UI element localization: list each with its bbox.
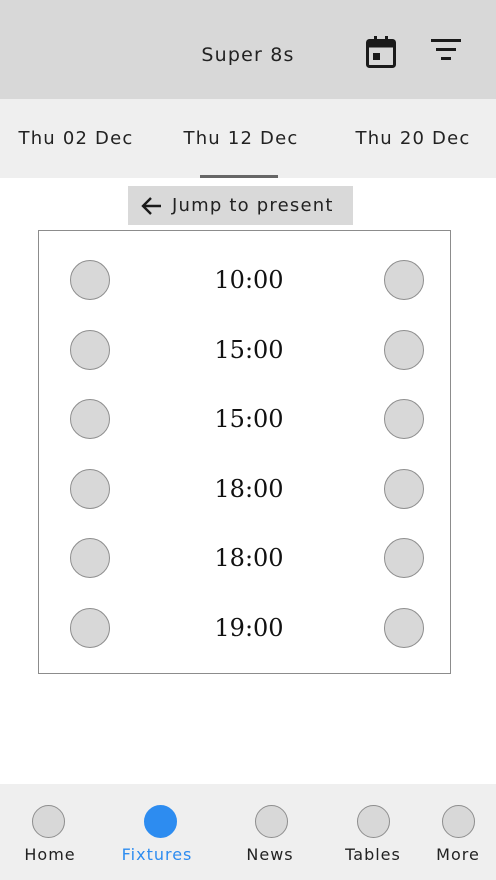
page-title: Super 8s <box>201 44 295 66</box>
fixture-row[interactable]: 18:00 <box>39 469 449 511</box>
date-tabs: Thu 02 Dec Thu 12 Dec Thu 20 Dec <box>0 99 496 178</box>
away-team-logo <box>384 330 424 370</box>
away-team-logo <box>384 260 424 300</box>
fixtures-list: 10:00 15:00 15:00 18:00 18:00 19:00 <box>38 230 451 674</box>
nav-item-more[interactable]: More <box>436 784 491 880</box>
home-team-logo <box>70 538 110 578</box>
nav-item-news[interactable]: News <box>246 784 334 880</box>
tables-icon <box>357 805 390 838</box>
home-team-logo <box>70 399 110 439</box>
fixture-row[interactable]: 15:00 <box>39 399 449 441</box>
calendar-icon <box>366 36 396 68</box>
fixture-row[interactable]: 19:00 <box>39 608 449 650</box>
fixture-time: 19:00 <box>214 614 284 642</box>
filter-icon <box>431 39 461 60</box>
jump-to-present-button[interactable]: Jump to present <box>128 186 353 225</box>
date-tab-thu-12-dec[interactable]: Thu 12 Dec <box>165 99 317 178</box>
away-team-logo <box>384 469 424 509</box>
fixture-time: 10:00 <box>214 266 284 294</box>
nav-label-home: Home <box>24 845 76 864</box>
fixture-time: 18:00 <box>214 544 284 572</box>
nav-label-news: News <box>246 845 294 864</box>
fixture-time: 18:00 <box>214 475 284 503</box>
fixture-time: 15:00 <box>214 405 284 433</box>
home-team-logo <box>70 330 110 370</box>
date-tab-thu-02-dec[interactable]: Thu 02 Dec <box>0 99 152 178</box>
fixture-row[interactable]: 15:00 <box>39 330 449 372</box>
news-icon <box>255 805 288 838</box>
home-team-logo <box>70 469 110 509</box>
calendar-button[interactable] <box>360 32 402 72</box>
fixtures-icon <box>144 805 177 838</box>
more-icon <box>442 805 475 838</box>
home-icon <box>32 805 65 838</box>
fixture-row[interactable]: 10:00 <box>39 260 449 302</box>
home-team-logo <box>70 260 110 300</box>
fixture-time: 15:00 <box>214 336 284 364</box>
selected-tab-indicator <box>200 175 278 178</box>
nav-label-more: More <box>436 845 480 864</box>
away-team-logo <box>384 399 424 439</box>
home-team-logo <box>70 608 110 648</box>
nav-item-home[interactable]: Home <box>24 784 111 880</box>
date-tab-thu-20-dec[interactable]: Thu 20 Dec <box>338 99 488 178</box>
fixture-row[interactable]: 18:00 <box>39 538 449 580</box>
bottom-navigation: Home Fixtures News Tables More <box>0 784 496 880</box>
arrow-left-icon <box>140 196 162 216</box>
nav-item-tables[interactable]: Tables <box>345 784 436 880</box>
nav-label-fixtures: Fixtures <box>121 845 193 864</box>
jump-to-present-label: Jump to present <box>172 195 334 216</box>
app-header: Super 8s <box>0 0 496 99</box>
filter-button[interactable] <box>424 30 468 70</box>
nav-item-fixtures[interactable]: Fixtures <box>122 784 223 880</box>
away-team-logo <box>384 608 424 648</box>
away-team-logo <box>384 538 424 578</box>
